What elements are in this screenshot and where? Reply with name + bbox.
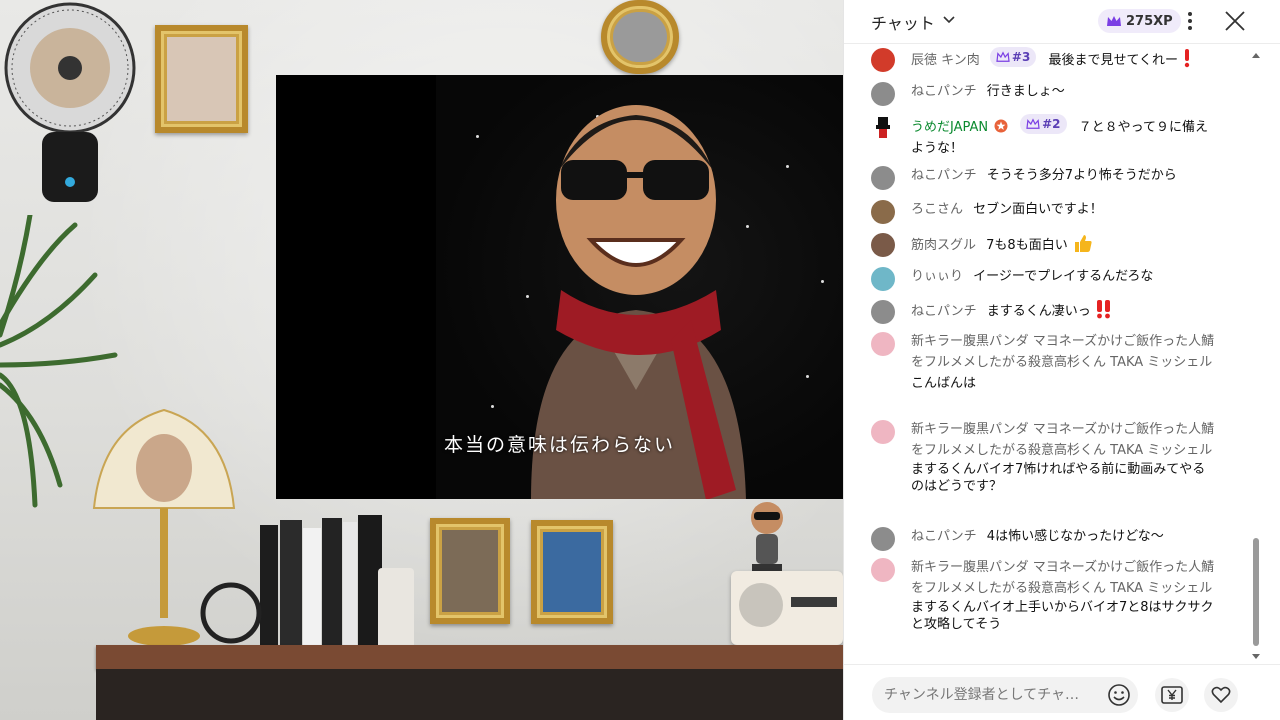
chevron-down-icon[interactable] bbox=[942, 12, 956, 26]
message-author[interactable]: うめだJAPAN bbox=[911, 120, 988, 135]
thumbs-up-icon bbox=[1074, 235, 1092, 252]
book bbox=[322, 518, 342, 645]
chat-message: ねこパンチ そうそう多分7より怖そうだから bbox=[871, 165, 1216, 190]
heart-icon bbox=[1211, 686, 1231, 704]
message-author[interactable]: 新キラー腹黒パンダ マヨネーズかけご飯作った人鯖をフルメメしたがる殺意高杉くん … bbox=[911, 557, 1216, 599]
book bbox=[280, 520, 302, 645]
chat-title[interactable]: チャット bbox=[871, 10, 935, 34]
avatar[interactable] bbox=[871, 267, 895, 291]
yen-icon bbox=[1161, 686, 1183, 704]
xp-badge[interactable]: 275XP bbox=[1098, 9, 1181, 33]
message-text: 7も8も面白い bbox=[986, 238, 1068, 253]
photo-frame bbox=[155, 25, 248, 133]
star-badge-icon bbox=[994, 119, 1008, 133]
message-text: 4は怖い感じなかったけどな～ bbox=[986, 529, 1164, 544]
shelf-cabinet bbox=[96, 669, 843, 720]
message-text: セブン面白いですよ！ bbox=[973, 202, 1103, 217]
crown-outline-icon bbox=[996, 51, 1010, 62]
book bbox=[303, 528, 321, 645]
rank-badge: #2 bbox=[1020, 114, 1067, 134]
video-subtitle: 本当の意味は伝わらない bbox=[443, 434, 675, 456]
chat-input[interactable] bbox=[872, 677, 1138, 713]
double-exclamation-icon bbox=[1096, 300, 1110, 319]
message-text: イージーでプレイするんだろな bbox=[973, 269, 1154, 284]
oval-photo-frame bbox=[601, 0, 679, 74]
chat-message: 新キラー腹黒パンダ マヨネーズかけご飯作った人鯖をフルメメしたがる殺意高杉くん … bbox=[871, 419, 1216, 495]
super-chat-button[interactable] bbox=[1155, 678, 1189, 712]
chat-message: 筋肉スグル 7も8も面白い bbox=[871, 232, 1216, 257]
xp-value: 275XP bbox=[1126, 13, 1173, 29]
chat-message: 新キラー腹黒パンダ マヨネーズかけご飯作った人鯖をフルメメしたがる殺意高杉くん … bbox=[871, 331, 1216, 394]
close-icon[interactable] bbox=[1224, 10, 1246, 32]
message-text: まするくんバイオ7怖ければやる前に動画みてやるのはどうです？ bbox=[911, 462, 1206, 494]
chat-message-list[interactable]: 辰徳 キン肉 #3 最後まで見せてくれー ねこパンチ 行きましょ～ うめだJAP… bbox=[844, 44, 1280, 664]
avatar[interactable] bbox=[871, 527, 895, 551]
avatar[interactable] bbox=[871, 166, 895, 190]
message-author[interactable]: 辰徳 キン肉 bbox=[911, 53, 980, 68]
crown-outline-icon bbox=[1026, 118, 1040, 129]
stream-video[interactable]: 本当の意味は伝わらない bbox=[0, 0, 843, 720]
vase-decoration bbox=[378, 568, 414, 645]
ring-decoration bbox=[200, 582, 262, 644]
message-author[interactable]: ねこパンチ bbox=[911, 304, 977, 319]
message-text: こんばんは bbox=[911, 376, 977, 391]
avatar[interactable] bbox=[871, 82, 895, 106]
message-author[interactable]: 筋肉スグル bbox=[911, 238, 976, 253]
message-author[interactable]: ねこパンチ bbox=[911, 529, 977, 544]
message-text: 行きましょ～ bbox=[986, 84, 1065, 99]
chat-message: ろこさん セブン面白いですよ！ bbox=[871, 199, 1216, 224]
avatar[interactable] bbox=[871, 115, 895, 139]
message-author[interactable]: ねこパンチ bbox=[911, 168, 977, 183]
chat-message: 新キラー腹黒パンダ マヨネーズかけご飯作った人鯖をフルメメしたがる殺意高杉くん … bbox=[871, 557, 1216, 633]
chat-message: 辰徳 キン肉 #3 最後まで見せてくれー bbox=[871, 47, 1216, 72]
chat-message: うめだJAPAN #2 ７と８やって９に備えような！ bbox=[871, 114, 1216, 159]
avatar[interactable] bbox=[871, 558, 895, 582]
crown-icon bbox=[1107, 16, 1121, 26]
avatar[interactable] bbox=[871, 420, 895, 444]
message-author[interactable]: 新キラー腹黒パンダ マヨネーズかけご飯作った人鯖をフルメメしたがる殺意高杉くん … bbox=[911, 331, 1216, 373]
chat-message: ねこパンチ 行きましょ～ bbox=[871, 81, 1216, 106]
photo-frame bbox=[531, 520, 613, 624]
like-button[interactable] bbox=[1204, 678, 1238, 712]
mini-figure-decoration bbox=[751, 502, 783, 572]
message-text: まするくん凄いっ bbox=[986, 304, 1091, 319]
more-options-icon[interactable] bbox=[1187, 11, 1193, 31]
emoji-icon[interactable] bbox=[1106, 682, 1132, 708]
exclamation-icon bbox=[1185, 49, 1190, 68]
chat-message: ねこパンチ 4は怖い感じなかったけどな～ bbox=[871, 526, 1216, 551]
message-author[interactable]: ねこパンチ bbox=[911, 84, 977, 99]
chat-footer bbox=[844, 664, 1280, 720]
chat-message: ねこパンチ まするくん凄いっ bbox=[871, 299, 1216, 324]
desk-fan-decoration bbox=[4, 2, 136, 202]
chat-message: りぃぃり イージーでプレイするんだろな bbox=[871, 266, 1216, 291]
message-author[interactable]: ろこさん bbox=[911, 202, 963, 217]
avatar[interactable] bbox=[871, 200, 895, 224]
message-text: まするくんバイオ上手いからバイオ7と8はサクサクと攻略してそう bbox=[911, 600, 1214, 632]
avatar[interactable] bbox=[871, 332, 895, 356]
book bbox=[343, 522, 357, 645]
shelf bbox=[96, 645, 843, 669]
photo-frame bbox=[430, 518, 510, 624]
rank-badge: #3 bbox=[989, 47, 1037, 67]
radio-decoration bbox=[731, 571, 843, 645]
avatar[interactable] bbox=[871, 48, 895, 72]
avatar[interactable] bbox=[871, 300, 895, 324]
message-author[interactable]: 新キラー腹黒パンダ マヨネーズかけご飯作った人鯖をフルメメしたがる殺意高杉くん … bbox=[911, 419, 1216, 461]
message-text: そうそう多分7より怖そうだから bbox=[986, 168, 1177, 183]
chat-header: チャット 275XP bbox=[844, 0, 1280, 44]
message-author[interactable]: りぃぃり bbox=[911, 269, 963, 284]
scrollbar-thumb[interactable] bbox=[1253, 538, 1259, 646]
message-text: 最後まで見せてくれー bbox=[1048, 53, 1179, 68]
avatar[interactable] bbox=[871, 233, 895, 257]
chat-panel: チャット 275XP 辰徳 キン肉 #3 最後まで見せてくれー ねこパンチ 行き… bbox=[843, 0, 1280, 720]
tv-screen: 本当の意味は伝わらない bbox=[276, 75, 843, 499]
